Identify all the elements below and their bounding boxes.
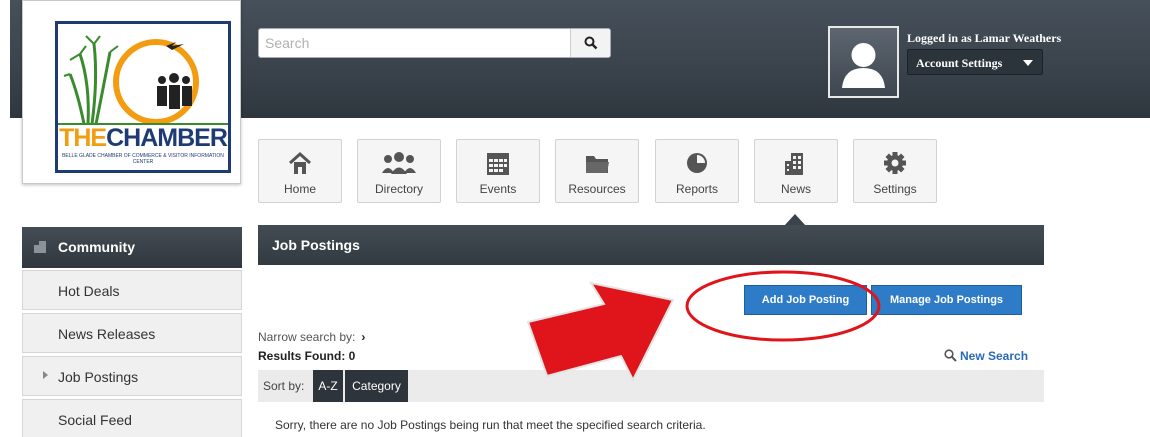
sidebar-item-label: Hot Deals (58, 283, 120, 299)
add-job-posting-button[interactable]: Add Job Posting (744, 285, 867, 315)
search-box (258, 28, 611, 58)
sidebar-item-news-releases[interactable]: News Releases (22, 313, 242, 353)
folder-icon (586, 156, 609, 173)
nav-tile-reports[interactable]: Reports (655, 139, 739, 203)
logo-subtitle: BELLE GLADE CHAMBER OF COMMERCE & VISITO… (62, 153, 224, 165)
building-icon (785, 153, 803, 175)
empty-results-message: Sorry, there are no Job Postings being r… (275, 418, 706, 432)
sidebar-item-label: Social Feed (58, 412, 132, 428)
nav-tile-resources[interactable]: Resources (555, 139, 639, 203)
sort-label: Sort by: (263, 379, 305, 393)
home-icon (288, 151, 312, 174)
narrow-search[interactable]: Narrow search by: › (258, 330, 365, 344)
section-title: Job Postings (272, 237, 360, 253)
manage-job-postings-button[interactable]: Manage Job Postings (871, 285, 1022, 315)
nav-tile-events[interactable]: Events (456, 139, 540, 203)
sidebar-item-label: Job Postings (58, 369, 139, 385)
red-arrow-annotation (526, 281, 675, 383)
logo-card[interactable]: THECHAMBER BELLE GLADE CHAMBER OF COMMER… (22, 0, 241, 184)
narrow-search-label: Narrow search by: (258, 330, 356, 344)
search-icon (584, 36, 598, 50)
nav-label-events: Events (479, 182, 517, 196)
calendar-icon (487, 153, 509, 175)
section-header-job-postings: Job Postings (258, 225, 1044, 265)
sidebar-heading-community[interactable]: Community (22, 227, 242, 268)
building-icon (34, 241, 46, 253)
user-avatar[interactable] (828, 26, 899, 98)
nav-tile-news[interactable]: News (754, 139, 838, 203)
nav-label-home: Home (283, 182, 316, 196)
search-button[interactable] (570, 29, 610, 57)
chamber-logo-wordmark: THECHAMBER (58, 125, 228, 151)
nav-label-directory: Directory (374, 182, 423, 196)
sidebar-item-social-feed[interactable]: Social Feed (22, 399, 242, 437)
users-icon (382, 152, 416, 174)
gear-icon (884, 152, 906, 174)
sort-bar: Sort by: A-Z Category (258, 370, 1044, 402)
chevron-right-icon: › (361, 330, 366, 344)
nav-label-reports: Reports (675, 182, 719, 196)
account-settings-label: Account Settings (916, 56, 1003, 70)
nav-label-resources: Resources (568, 182, 626, 196)
chamber-logo: THECHAMBER BELLE GLADE CHAMBER OF COMMER… (55, 21, 231, 173)
sidebar-item-job-postings[interactable]: Job Postings (22, 356, 242, 396)
account-settings-button[interactable]: Account Settings (907, 49, 1043, 75)
new-search-label: New Search (960, 349, 1029, 363)
search-input[interactable] (259, 29, 571, 57)
user-silhouette-icon (842, 43, 885, 88)
sidebar-heading-label: Community (58, 239, 135, 255)
nav-tile-settings[interactable]: Settings (853, 139, 937, 203)
logo-word-the: THE (59, 124, 107, 152)
sidebar-item-label: News Releases (58, 326, 156, 342)
sort-a-z-button[interactable]: A-Z (313, 370, 343, 402)
sidebar-item-hot-deals[interactable]: Hot Deals (22, 270, 242, 310)
sort-category-button[interactable]: Category (345, 370, 408, 402)
logged-in-text: Logged in as Lamar Weathers (907, 31, 1062, 45)
results-count: Results Found: 0 (258, 349, 356, 363)
nav-label-settings: Settings (873, 182, 917, 196)
pie-chart-icon (687, 153, 707, 173)
nav-tile-home[interactable]: Home (258, 139, 342, 203)
logo-word-chamber: CHAMBER (106, 124, 228, 152)
chevron-right-icon (43, 371, 48, 379)
caret-down-icon (1023, 60, 1033, 66)
search-icon (944, 349, 957, 362)
nav-label-news: News (780, 182, 811, 196)
chamber-logo-art (58, 35, 228, 125)
new-search-link[interactable]: New Search (944, 349, 1028, 363)
nav-tile-directory[interactable]: Directory (357, 139, 441, 203)
